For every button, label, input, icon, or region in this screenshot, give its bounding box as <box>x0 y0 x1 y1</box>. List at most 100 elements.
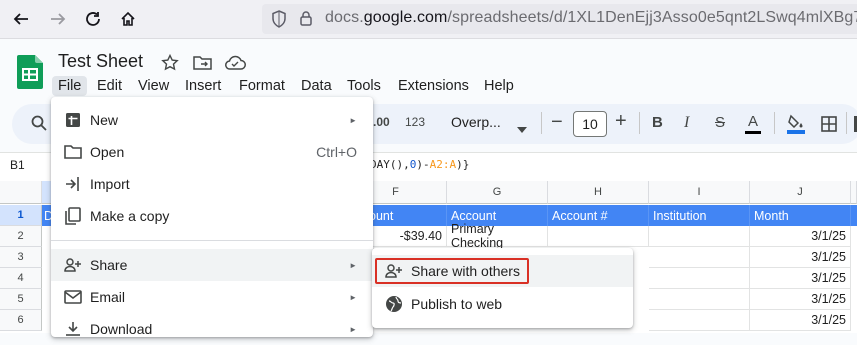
table-cell[interactable] <box>649 289 750 310</box>
table-cell[interactable]: 3/1/25 <box>750 289 851 310</box>
back-arrow-icon[interactable] <box>8 6 34 32</box>
menu-view[interactable]: View <box>132 76 175 96</box>
row-header[interactable]: 4 <box>0 268 42 289</box>
menu-item-label: Download <box>90 321 153 337</box>
row-header[interactable]: 5 <box>0 289 42 310</box>
menu-item-label: Publish to web <box>411 296 503 312</box>
table-cell[interactable] <box>649 226 750 247</box>
menu-item-import[interactable]: Import <box>51 168 373 200</box>
star-icon[interactable] <box>161 53 179 77</box>
menu-edit[interactable]: Edit <box>91 76 128 96</box>
cloud-saved-icon[interactable] <box>224 54 246 77</box>
toolbar-divider <box>774 112 775 134</box>
add-person-icon <box>63 255 83 275</box>
table-cell[interactable]: Primary Checking <box>447 222 548 250</box>
import-icon <box>63 174 83 194</box>
document-title[interactable]: Test Sheet <box>58 51 143 72</box>
borders-icon[interactable] <box>821 116 837 137</box>
toolbar-divider <box>846 112 847 134</box>
globe-icon <box>384 294 404 314</box>
formula-input[interactable]: DAY(),0)-A2:A)} <box>370 158 469 171</box>
formula-part: )} <box>456 158 470 171</box>
menu-item-download[interactable]: Download ► <box>51 313 373 345</box>
row-header[interactable]: 3 <box>0 247 42 268</box>
folder-open-icon <box>63 142 83 162</box>
row-header[interactable]: 1 <box>0 205 42 226</box>
toolbar-divider <box>639 112 640 134</box>
menu-item-open[interactable]: Open Ctrl+O <box>51 136 373 168</box>
url-text[interactable]: docs.google.com/spreadsheets/d/1XL1DenEj… <box>325 9 857 27</box>
email-icon <box>63 287 83 307</box>
decrease-font-size-button[interactable]: − <box>551 111 563 134</box>
table-cell[interactable]: 3/1/25 <box>750 268 851 289</box>
bold-button[interactable]: B <box>652 114 663 131</box>
submenu-arrow-icon: ► <box>349 115 357 125</box>
home-icon[interactable] <box>115 6 141 32</box>
move-folder-icon[interactable] <box>193 54 213 77</box>
formula-part: )- <box>416 158 430 171</box>
menu-insert[interactable]: Insert <box>179 76 227 96</box>
column-header-h[interactable]: H <box>548 181 649 204</box>
search-menus-icon[interactable] <box>31 115 47 136</box>
menu-data[interactable]: Data <box>295 76 338 96</box>
formula-range: A2:A <box>429 158 457 171</box>
menu-file[interactable]: File <box>52 76 88 96</box>
increase-font-size-button[interactable]: + <box>615 110 627 133</box>
lock-icon[interactable] <box>299 10 313 32</box>
table-cell[interactable] <box>649 247 750 268</box>
new-sheet-icon <box>63 110 83 130</box>
column-header-i[interactable]: I <box>649 181 750 204</box>
menu-item-new[interactable]: New ► <box>51 104 373 136</box>
table-cell[interactable] <box>649 310 750 331</box>
menu-tools[interactable]: Tools <box>341 76 387 96</box>
number-format-button[interactable]: 123 <box>405 115 425 129</box>
menu-item-make-copy[interactable]: Make a copy <box>51 200 373 232</box>
table-cell[interactable]: 3/1/25 <box>750 226 851 247</box>
text-color-button[interactable]: A <box>748 113 758 130</box>
menu-divider <box>51 240 373 241</box>
submenu-arrow-icon: ► <box>349 260 357 270</box>
table-cell[interactable]: 3/1/25 <box>750 310 851 331</box>
column-header-g[interactable]: G <box>447 181 548 204</box>
header-cell[interactable] <box>851 205 857 226</box>
table-cell[interactable]: 3/1/25 <box>750 247 851 268</box>
increase-decimal-button[interactable]: .00 <box>373 115 390 129</box>
menu-item-label: New <box>90 112 119 128</box>
menu-help[interactable]: Help <box>478 76 520 96</box>
italic-button[interactable]: I <box>684 114 689 132</box>
url-domain: google.com <box>363 9 448 26</box>
row-header[interactable]: 6 <box>0 310 42 331</box>
row-header[interactable]: 2 <box>0 226 42 247</box>
font-size-input[interactable]: 10 <box>573 111 607 137</box>
reload-icon[interactable] <box>80 6 106 32</box>
url-path: /spreadsheets/d/1XL1DenEjj3Asso0e5qnt2LS… <box>447 9 857 26</box>
name-box[interactable]: B1 <box>10 158 25 172</box>
menu-item-share[interactable]: Share ► <box>51 249 373 281</box>
column-header-j[interactable]: J <box>750 181 851 204</box>
select-all-corner[interactable] <box>0 181 42 204</box>
caret-down-icon[interactable] <box>517 120 527 138</box>
header-cell[interactable]: Month <box>750 205 851 226</box>
url-prefix: docs. <box>325 9 364 26</box>
copy-icon <box>63 206 83 226</box>
table-cell[interactable] <box>548 226 649 247</box>
menu-item-shortcut: Ctrl+O <box>316 144 357 160</box>
header-cell[interactable]: Account # <box>548 205 649 226</box>
fill-color-icon[interactable] <box>787 113 805 140</box>
column-header-k[interactable] <box>851 181 857 204</box>
toolbar-divider <box>541 112 542 134</box>
menu-item-email[interactable]: Email ► <box>51 281 373 313</box>
menu-extensions[interactable]: Extensions <box>392 76 475 96</box>
menu-item-publish-to-web[interactable]: Publish to web <box>372 288 633 320</box>
menu-item-label: Open <box>90 144 125 160</box>
table-cell[interactable] <box>649 268 750 289</box>
header-cell[interactable]: Institution <box>649 205 750 226</box>
menu-item-label: Email <box>90 289 126 305</box>
strikethrough-button[interactable]: S <box>715 114 725 131</box>
menu-item-label: Make a copy <box>90 208 170 224</box>
forward-arrow-icon[interactable] <box>45 6 71 32</box>
sheets-logo-icon[interactable] <box>17 55 43 89</box>
tracking-shield-icon[interactable] <box>271 10 287 33</box>
font-family-select[interactable]: Overp... <box>451 114 501 130</box>
menu-format[interactable]: Format <box>233 76 291 96</box>
